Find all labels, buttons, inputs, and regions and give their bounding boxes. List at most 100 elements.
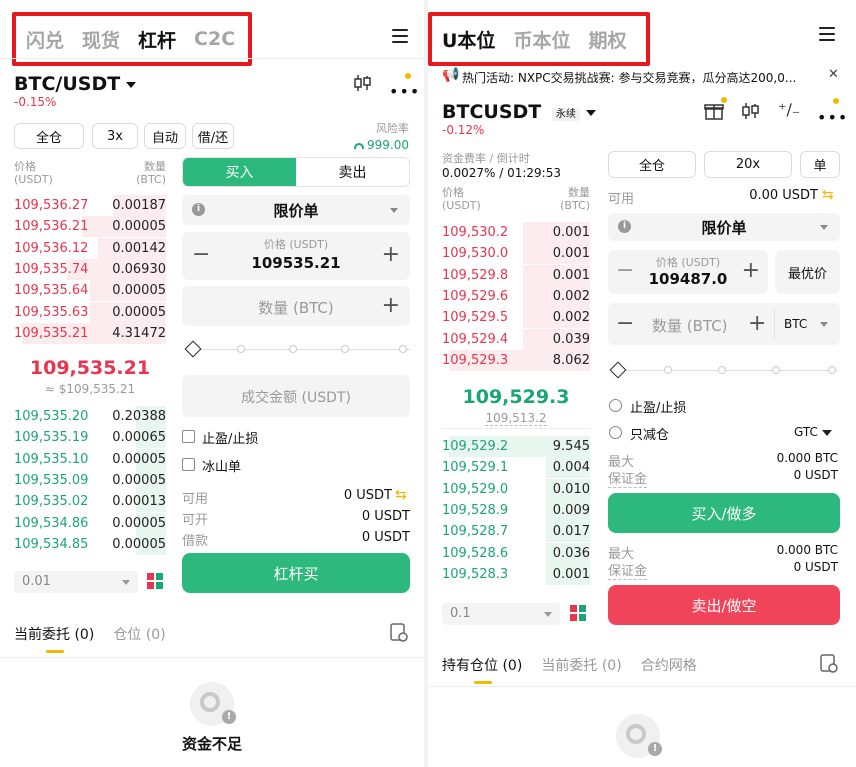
margin-mode-button[interactable]: 全仓 [14, 123, 84, 149]
precision-select[interactable]: 0.01 [14, 571, 138, 593]
plus-icon[interactable]: + [742, 260, 760, 282]
ask-row[interactable]: 109,529.6 0.002 [442, 285, 590, 307]
announcement-text[interactable]: 热门活动: NXPC交易挑战赛: 参与交易竞赛，瓜分高达200,0... [462, 69, 822, 86]
tab-open-orders[interactable]: 当前委托 (0) [14, 627, 94, 643]
minus-icon[interactable]: − [616, 313, 634, 335]
order-type-select[interactable]: i 限价单 [608, 213, 840, 241]
quantity-input[interactable]: 数量 (BTC) + [182, 286, 410, 326]
tp-sl-checkbox[interactable] [182, 430, 195, 443]
bid-row[interactable]: 109,529.0 0.010 [442, 478, 590, 500]
ask-row[interactable]: 109,535.74 0.06930 [14, 258, 166, 280]
plus-icon[interactable]: + [748, 313, 766, 335]
borrow-repay-button[interactable]: 借/还 [192, 123, 234, 149]
transfer-icon[interactable]: ⇆ [822, 187, 834, 203]
margin-buy-button[interactable]: 杠杆买 [182, 553, 410, 593]
slider-handle[interactable] [184, 340, 202, 358]
quantity-unit[interactable]: BTC [784, 317, 807, 331]
funding-value[interactable]: 0.0027% / 01:29:53 [442, 166, 561, 180]
nav-c2c[interactable]: C2C [194, 28, 235, 50]
leverage-button[interactable]: 3x [92, 123, 138, 149]
plus-icon[interactable]: + [382, 244, 400, 266]
nav-margin[interactable]: 杠杆 [138, 26, 176, 53]
nav-coin-margined[interactable]: 币本位 [513, 26, 570, 53]
tab-positions[interactable]: 仓位 (0) [113, 627, 165, 643]
candlestick-icon[interactable] [740, 102, 760, 120]
amount-slider[interactable] [609, 361, 838, 379]
ask-row[interactable]: 109,535.64 0.00005 [14, 280, 166, 302]
tab-grid[interactable]: 合约网格 [641, 658, 697, 674]
bid-row[interactable]: 109,534.85 0.00005 [14, 533, 166, 555]
auto-button[interactable]: 自动 [144, 123, 186, 149]
ask-row[interactable]: 109,536.21 0.00005 [14, 216, 166, 238]
plus-icon[interactable]: + [382, 295, 400, 317]
slider-handle[interactable] [609, 361, 627, 379]
order-history-icon[interactable] [390, 623, 408, 643]
time-in-force-select[interactable]: GTC [794, 425, 832, 439]
more-icon[interactable]: ••• [817, 108, 848, 127]
nav-options[interactable]: 期权 [588, 26, 626, 53]
amount-slider[interactable] [184, 340, 410, 358]
nav-swap[interactable]: 闪兑 [26, 26, 64, 53]
mark-price[interactable]: 109,513.2 [442, 411, 590, 426]
depth-toggle-icon[interactable] [147, 573, 165, 591]
amount-input[interactable]: 成交金额 (USDT) [182, 375, 410, 417]
ask-row[interactable]: 109,530.0 0.001 [442, 243, 590, 265]
menu-icon[interactable] [392, 29, 408, 43]
ask-row[interactable]: 109,529.4 0.039 [442, 328, 590, 350]
minus-icon[interactable]: − [192, 244, 210, 266]
tab-open-orders[interactable]: 当前委托 (0) [541, 658, 621, 674]
minus-icon[interactable]: − [616, 260, 634, 282]
order-type-select[interactable]: i 限价单 [182, 195, 410, 225]
price-input[interactable]: 价格 (USDT) 109487.0 − + [608, 250, 768, 294]
depth-toggle-icon[interactable] [570, 605, 588, 623]
more-icon[interactable]: ••• [389, 82, 420, 101]
bid-row[interactable]: 109,535.19 0.00065 [14, 427, 166, 449]
nav-usdt-margined[interactable]: U本位 [442, 26, 495, 53]
best-price-button[interactable]: 最优价 [775, 250, 840, 294]
bid-row[interactable]: 109,528.9 0.009 [442, 499, 590, 521]
ask-row[interactable]: 109,536.27 0.00187 [14, 195, 166, 216]
sell-short-button[interactable]: 卖出/做空 [608, 585, 840, 625]
precision-select[interactable]: 0.1 [442, 603, 560, 625]
quantity-input[interactable]: − 数量 (BTC) + BTC [608, 303, 840, 345]
nav-spot[interactable]: 现货 [82, 26, 120, 53]
pair-selector[interactable]: BTCUSDT 永续 [442, 101, 596, 123]
pair-selector[interactable]: BTC/USDT [14, 73, 137, 95]
tab-positions[interactable]: 持有仓位 (0) [442, 658, 522, 674]
price-input[interactable]: 价格 (USDT) 109535.21 − + [182, 232, 410, 280]
ask-row[interactable]: 109,535.63 0.00005 [14, 301, 166, 323]
reduce-only-radio[interactable] [609, 426, 622, 439]
buy-long-button[interactable]: 买入/做多 [608, 493, 840, 533]
bid-row[interactable]: 109,535.02 0.00013 [14, 491, 166, 513]
bid-row[interactable]: 109,535.10 0.00005 [14, 448, 166, 470]
transfer-icon[interactable]: ⇆ [395, 487, 407, 503]
ask-row[interactable]: 109,530.2 0.001 [442, 222, 590, 243]
tab-sell[interactable]: 卖出 [296, 158, 409, 186]
margin-mode-button[interactable]: 全仓 [608, 151, 696, 178]
calculator-icon[interactable]: ⁺∕₋ [778, 100, 800, 119]
bid-row[interactable]: 109,528.6 0.036 [442, 542, 590, 564]
position-mode-button[interactable]: 单 [800, 151, 840, 178]
bid-row[interactable]: 109,528.3 0.001 [442, 563, 590, 585]
bid-row[interactable]: 109,535.20 0.20388 [14, 406, 166, 427]
menu-icon[interactable] [819, 27, 835, 41]
ask-row[interactable]: 109,529.5 0.002 [442, 307, 590, 329]
ask-row[interactable]: 109,529.3 8.062 [442, 349, 590, 371]
ask-row[interactable]: 109,536.12 0.00142 [14, 237, 166, 259]
ask-row[interactable]: 109,535.21 4.31472 [14, 322, 166, 344]
close-icon[interactable]: ✕ [828, 67, 839, 82]
tab-buy[interactable]: 买入 [183, 158, 296, 186]
bid-row[interactable]: 109,528.7 0.017 [442, 521, 590, 543]
bid-row[interactable]: 109,529.1 0.004 [442, 457, 590, 479]
tp-sl-radio[interactable] [609, 399, 622, 412]
gift-icon[interactable] [704, 101, 724, 121]
bid-row[interactable]: 109,529.2 9.545 [442, 436, 590, 457]
leverage-button[interactable]: 20x [704, 151, 792, 178]
bid-row[interactable]: 109,535.09 0.00005 [14, 469, 166, 491]
notification-dot [721, 97, 727, 103]
order-history-icon[interactable] [820, 654, 838, 674]
bid-row[interactable]: 109,534.86 0.00005 [14, 512, 166, 534]
iceberg-checkbox[interactable] [182, 458, 195, 471]
candlestick-icon[interactable] [352, 74, 372, 92]
ask-row[interactable]: 109,529.8 0.001 [442, 264, 590, 286]
